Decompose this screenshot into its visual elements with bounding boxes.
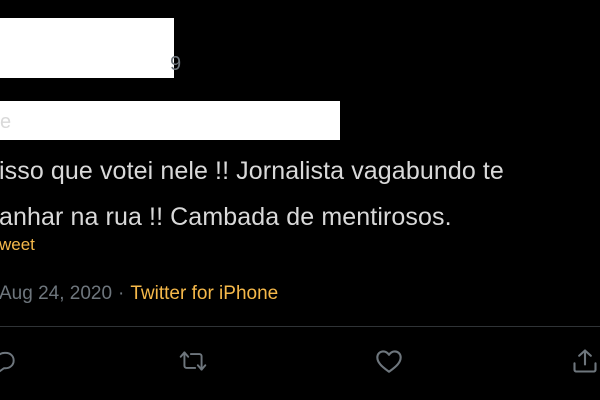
retweet-button[interactable] (176, 344, 210, 378)
like-icon (376, 350, 402, 373)
tweet-body-line: anhar na rua !! Cambada de mentirosos. (0, 203, 452, 231)
share-button[interactable] (568, 344, 600, 378)
divider (0, 326, 600, 327)
tweet-detail: 9 e isso que votei nele !! Jornalista va… (0, 0, 600, 400)
translate-tweet-link[interactable]: weet (0, 235, 35, 255)
share-icon (573, 349, 597, 373)
retweet-icon (179, 351, 207, 371)
tweet-actions (0, 344, 600, 378)
reply-button[interactable] (0, 344, 22, 378)
tweet-body: isso que votei nele !! Jornalista vagabu… (0, 148, 600, 240)
tweet-timestamp[interactable]: Aug 24, 2020 (0, 283, 112, 304)
like-button[interactable] (372, 344, 406, 378)
mention-fragment: e (0, 111, 12, 133)
tweet-metadata: Aug 24, 2020 · Twitter for iPhone (0, 283, 278, 305)
tweet-source-link[interactable]: Twitter for iPhone (130, 283, 278, 304)
handle-fragment: 9 (170, 53, 182, 75)
tweet-body-line: isso que votei nele !! Jornalista vagabu… (0, 157, 504, 185)
reply-icon (0, 351, 15, 373)
redacted-reply-mention (0, 101, 340, 140)
meta-separator: · (118, 283, 125, 304)
redacted-author-name (0, 18, 174, 78)
